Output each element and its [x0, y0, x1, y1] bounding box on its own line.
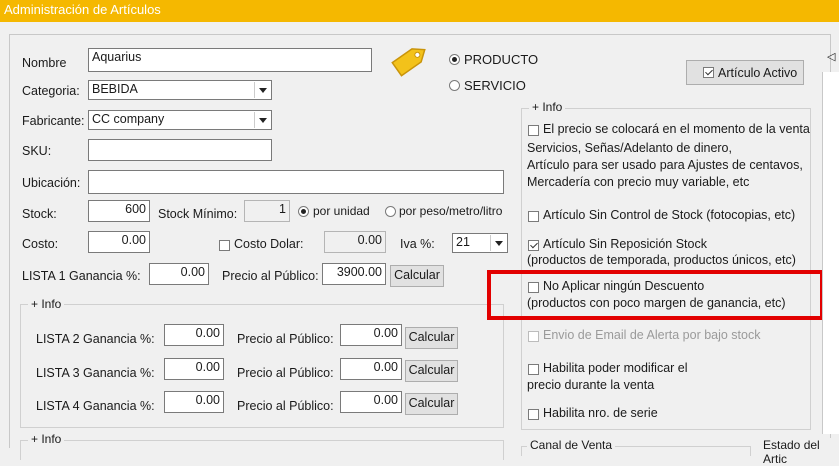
- sin-control-stock-checkbox[interactable]: [528, 211, 539, 222]
- info-group-2: [20, 440, 504, 460]
- lista2-ganancia-input[interactable]: 0.00: [164, 324, 224, 346]
- lista3-label: LISTA 3 Ganancia %:: [36, 366, 155, 380]
- sin-reposicion-desc: (productos de temporada, productos único…: [527, 253, 796, 267]
- stock-input[interactable]: 600: [88, 200, 150, 222]
- nombre-label: Nombre: [22, 56, 67, 70]
- stock-minimo-input[interactable]: 1: [244, 200, 290, 222]
- title-bar: Administración de Artículos: [0, 0, 839, 22]
- precio-momento-desc3: Mercadería con precio muy variable, etc: [527, 175, 750, 189]
- por-peso-radio[interactable]: [385, 206, 396, 217]
- categoria-label: Categoria:: [22, 84, 80, 98]
- costo-dolar-input[interactable]: 0.00: [324, 231, 386, 253]
- servicio-label: SERVICIO: [464, 78, 526, 93]
- modificar-precio-checkbox[interactable]: [528, 364, 539, 375]
- precio4-label: Precio al Público:: [237, 399, 334, 413]
- modificar-precio-desc: precio durante la venta: [527, 378, 655, 392]
- iva-value: 21: [456, 235, 470, 249]
- window-title: Administración de Artículos: [4, 2, 161, 17]
- lista3-ganancia-input[interactable]: 0.00: [164, 358, 224, 380]
- stock-label: Stock:: [22, 207, 57, 221]
- precio2-label: Precio al Público:: [237, 332, 334, 346]
- email-alerta-label: Envio de Email de Alerta por bajo stock: [543, 328, 761, 342]
- categoria-value: BEBIDA: [92, 82, 138, 96]
- sin-control-stock-label: Artículo Sin Control de Stock (fotocopia…: [543, 208, 796, 222]
- fabricante-label: Fabricante:: [22, 114, 85, 128]
- lista2-label: LISTA 2 Ganancia %:: [36, 332, 155, 346]
- info-opciones-title: + Info: [529, 100, 566, 114]
- iva-label: Iva %:: [400, 237, 435, 251]
- lista4-ganancia-input[interactable]: 0.00: [164, 391, 224, 413]
- calcular3-button[interactable]: Calcular: [405, 360, 458, 382]
- precio-momento-desc2: Artículo para ser usado para Ajustes de …: [527, 158, 803, 172]
- por-peso-label: por peso/metro/litro: [399, 204, 503, 218]
- fabricante-select[interactable]: CC company: [88, 110, 272, 130]
- estado-articulo-title: Estado del Artic: [760, 438, 839, 466]
- calcular2-button[interactable]: Calcular: [405, 327, 458, 349]
- stock-minimo-label: Stock Mínimo:: [158, 207, 238, 221]
- lista1-ganancia-input[interactable]: 0.00: [149, 263, 209, 285]
- precio2-input[interactable]: 0.00: [340, 324, 402, 346]
- costo-label: Costo:: [22, 237, 59, 251]
- precio1-label: Precio al Público:: [222, 269, 319, 283]
- producto-radio[interactable]: [449, 54, 460, 65]
- chevron-down-icon[interactable]: [254, 82, 270, 98]
- nro-serie-checkbox[interactable]: [528, 409, 539, 420]
- ubicacion-label: Ubicación:: [22, 176, 81, 190]
- sku-input[interactable]: [88, 139, 272, 161]
- precio3-label: Precio al Público:: [237, 366, 334, 380]
- lista1-label: LISTA 1 Ganancia %:: [22, 269, 141, 283]
- sku-label: SKU:: [22, 144, 52, 158]
- precio-momento-desc1: Servicios, Señas/Adelanto de dinero,: [527, 141, 732, 155]
- info-group-2-title: + Info: [28, 432, 65, 446]
- email-alerta-checkbox[interactable]: [528, 331, 539, 342]
- ubicacion-input[interactable]: [88, 170, 504, 194]
- costo-input[interactable]: 0.00: [88, 231, 150, 253]
- chevron-down-icon[interactable]: [254, 112, 270, 128]
- nro-serie-label: Habilita nro. de serie: [543, 406, 658, 420]
- articulo-activo-label: Artículo Activo: [718, 66, 798, 80]
- sin-reposicion-label: Artículo Sin Reposición Stock: [543, 237, 707, 251]
- info-group-title: + Info: [28, 297, 65, 311]
- canal-venta-title: Canal de Venta: [527, 438, 616, 452]
- highlight-box: [487, 270, 824, 320]
- articulo-activo-toggle[interactable]: Artículo Activo: [686, 60, 804, 85]
- costo-dolar-checkbox[interactable]: [219, 240, 230, 251]
- precio-momento-checkbox[interactable]: [528, 125, 539, 136]
- articulo-activo-checkbox[interactable]: [703, 67, 714, 78]
- modificar-precio-label: Habilita poder modificar el: [543, 361, 688, 375]
- servicio-radio[interactable]: [449, 80, 460, 91]
- categoria-select[interactable]: BEBIDA: [88, 80, 272, 100]
- nombre-input[interactable]: Aquarius: [88, 48, 372, 72]
- precio1-input[interactable]: 3900.00: [322, 263, 386, 285]
- precio3-input[interactable]: 0.00: [340, 358, 402, 380]
- side-panel-edge: [822, 72, 839, 434]
- sin-reposicion-checkbox[interactable]: [528, 240, 539, 251]
- fabricante-value: CC company: [92, 112, 165, 126]
- precio-momento-label: El precio se colocará en el momento de l…: [543, 122, 810, 136]
- calcular-button[interactable]: Calcular: [390, 265, 444, 287]
- scroll-left-icon[interactable]: ◁: [827, 50, 835, 63]
- precio4-input[interactable]: 0.00: [340, 391, 402, 413]
- lista4-label: LISTA 4 Ganancia %:: [36, 399, 155, 413]
- por-unidad-radio[interactable]: [298, 206, 309, 217]
- chevron-down-icon[interactable]: [490, 235, 506, 251]
- producto-label: PRODUCTO: [464, 52, 539, 67]
- iva-select[interactable]: 21: [452, 233, 508, 253]
- price-tag-icon: [388, 40, 432, 80]
- por-unidad-label: por unidad: [313, 204, 370, 218]
- costo-dolar-label: Costo Dolar:: [234, 237, 304, 251]
- calcular4-button[interactable]: Calcular: [405, 393, 458, 415]
